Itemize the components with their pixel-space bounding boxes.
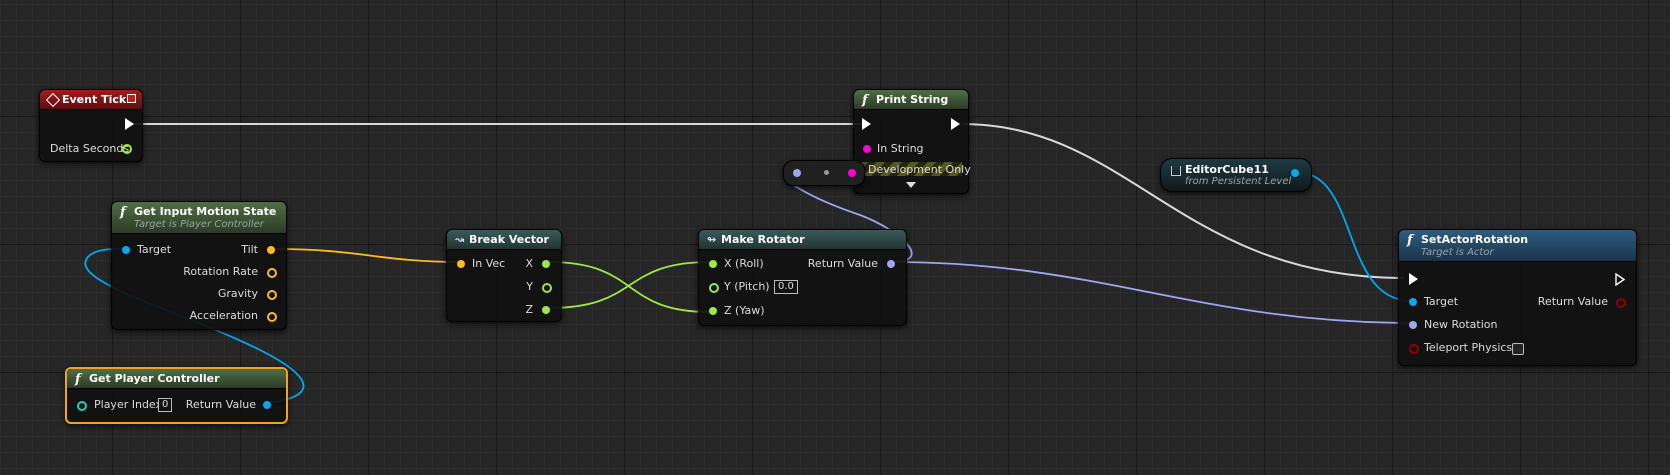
print-string-header: f Print String [854, 90, 968, 110]
get-player-controller-node[interactable]: f Get Player Controller Player Index 0 R… [65, 367, 288, 424]
make-rotator-node[interactable]: ↬ Make Rotator X (Roll) Return Value Y (… [698, 229, 907, 326]
set-actor-rotation-subtitle: Target is Actor [1421, 247, 1494, 258]
editor-cube-out-pin[interactable] [1291, 169, 1299, 177]
controller-return-label: Return Value [185, 398, 256, 411]
x-label: X [525, 257, 533, 270]
set-rotation-return-label: Return Value [1537, 295, 1608, 308]
set-actor-rotation-title: SetActorRotation [1421, 233, 1529, 246]
set-rotation-exec-in[interactable] [1409, 273, 1418, 285]
return-value-label: Return Value [807, 257, 878, 270]
event-tick-header: Event Tick [40, 90, 142, 110]
get-input-motion-header: f Get Input Motion State Target is Playe… [112, 202, 286, 234]
pitch-value-field[interactable]: 0.0 [774, 280, 798, 294]
set-actor-rotation-header: f SetActorRotation Target is Actor [1399, 230, 1636, 262]
get-player-controller-title: Get Player Controller [89, 372, 220, 385]
exec-wire-print-setrot [961, 123, 1405, 279]
event-tick-node[interactable]: Event Tick Delta Seconds [39, 89, 143, 162]
set-rotation-return-pin[interactable] [1616, 298, 1626, 308]
player-index-field[interactable]: 0 [158, 398, 173, 412]
rotation-rate-label: Rotation Rate [183, 265, 258, 278]
teleport-physics-checkbox[interactable] [1512, 343, 1524, 355]
break-vector-node[interactable]: ↝ Break Vector In Vec X Y Z [446, 229, 562, 322]
reroute-out-pin[interactable] [848, 169, 856, 177]
make-struct-icon: ↬ [707, 233, 717, 246]
break-struct-icon: ↝ [455, 233, 465, 246]
delta-seconds-label: Delta Seconds [50, 142, 130, 155]
rotation-rate-pin[interactable] [267, 268, 277, 278]
set-actor-rotation-node[interactable]: f SetActorRotation Target is Actor Targe… [1398, 229, 1637, 366]
editor-cube-title: EditorCube11 [1185, 163, 1269, 176]
make-rotator-header: ↬ Make Rotator [699, 230, 906, 250]
break-vector-title: Break Vector [469, 233, 549, 246]
event-tick-title: Event Tick [62, 93, 127, 106]
gravity-label: Gravity [217, 287, 258, 300]
function-icon: f [862, 93, 868, 108]
vector-wire-tilt-invec [275, 248, 462, 263]
make-rotator-title: Make Rotator [721, 233, 805, 246]
gravity-pin[interactable] [267, 290, 277, 300]
get-player-controller-header: f Get Player Controller [67, 369, 286, 389]
pitch-pin[interactable] [709, 283, 719, 293]
print-string-title: Print String [876, 93, 949, 106]
pitch-label: Y (Pitch) [724, 280, 770, 293]
z-label: Z [525, 303, 533, 316]
get-input-motion-title: Get Input Motion State [134, 205, 277, 218]
actor-icon [1171, 166, 1181, 176]
rotator-wire-return-newrot [891, 261, 1413, 324]
y-label: Y [526, 280, 533, 293]
rotator-return-pin[interactable] [887, 260, 895, 268]
controller-return-pin[interactable] [263, 401, 271, 409]
expand-arrow-icon[interactable] [906, 182, 916, 188]
teleport-physics-pin[interactable] [1409, 344, 1419, 354]
in-string-pin[interactable] [863, 145, 871, 153]
delta-seconds-pin[interactable] [122, 144, 132, 154]
player-index-pin[interactable] [77, 401, 87, 411]
tilt-label: Tilt [241, 243, 258, 256]
roll-pin[interactable] [709, 260, 717, 268]
object-wire-cube-target [1295, 171, 1413, 302]
print-string-node[interactable]: f Print String In String Development Onl… [853, 89, 971, 194]
float-wire-x-yaw [548, 261, 711, 313]
development-only-label: Development Only [868, 163, 971, 176]
break-vector-header: ↝ Break Vector [447, 230, 561, 250]
teleport-physics-label: Teleport Physics [1424, 341, 1513, 354]
in-vec-label: In Vec [472, 257, 506, 270]
new-rotation-pin[interactable] [1409, 321, 1417, 329]
target-label: Target [137, 243, 172, 256]
in-vec-pin[interactable] [457, 260, 465, 268]
delegate-pin-icon[interactable] [127, 94, 136, 103]
yaw-label: Z (Yaw) [724, 304, 765, 317]
acceleration-pin[interactable] [267, 312, 277, 322]
set-rotation-exec-out[interactable] [1615, 273, 1626, 286]
reroute-node[interactable] [783, 160, 865, 186]
in-string-label: In String [877, 142, 924, 155]
get-input-motion-subtitle: Target is Player Controller [134, 219, 264, 230]
new-rotation-label: New Rotation [1424, 318, 1498, 331]
editor-cube-subtitle: from Persistent Level [1185, 176, 1292, 187]
function-icon: f [120, 205, 126, 220]
reroute-in-pin[interactable] [793, 169, 801, 177]
tilt-pin[interactable] [267, 246, 275, 254]
function-icon: f [75, 372, 81, 387]
set-rotation-target-label: Target [1424, 295, 1459, 308]
roll-label: X (Roll) [724, 257, 764, 270]
y-out-pin[interactable] [542, 283, 552, 293]
acceleration-label: Acceleration [189, 309, 258, 322]
event-diamond-icon [45, 92, 61, 108]
event-tick-exec-out[interactable] [125, 118, 134, 130]
yaw-pin[interactable] [709, 307, 717, 315]
target-pin[interactable] [122, 246, 130, 254]
player-index-label: Player Index [94, 398, 163, 411]
x-out-pin[interactable] [542, 260, 550, 268]
float-wire-z-roll [548, 261, 711, 309]
get-input-motion-state-node[interactable]: f Get Input Motion State Target is Playe… [111, 201, 287, 330]
function-icon: f [1407, 233, 1413, 248]
print-string-exec-in[interactable] [862, 118, 871, 130]
set-rotation-target-pin[interactable] [1409, 298, 1417, 306]
z-out-pin[interactable] [542, 306, 550, 314]
print-string-exec-out[interactable] [951, 118, 960, 130]
editor-cube-node[interactable]: EditorCube11 from Persistent Level [1160, 158, 1312, 192]
reroute-mid-dot [824, 170, 829, 175]
